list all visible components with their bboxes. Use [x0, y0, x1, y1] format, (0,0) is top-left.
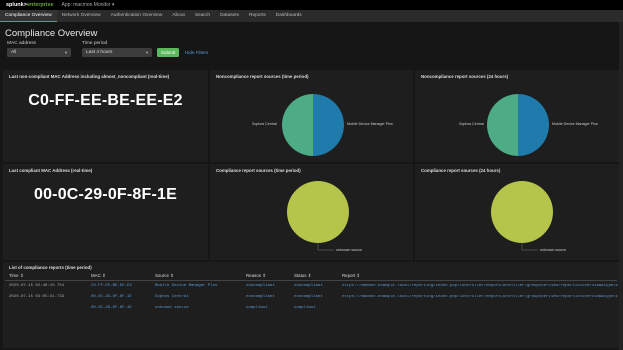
- splunk-logo[interactable]: splunk>enterprise: [6, 2, 54, 8]
- pie-leader-line: [317, 243, 334, 251]
- tab-datasets[interactable]: Datasets: [215, 10, 244, 22]
- table-title: List of compliance reports (time period): [9, 265, 92, 270]
- panel-title: Last non-compliant MAC Address including…: [9, 74, 170, 79]
- top-bar: splunk>enterprise App: macmon Monitor ▾: [0, 0, 623, 10]
- tab-network-overview[interactable]: Network Overview: [57, 10, 106, 22]
- tab-compliance-overview[interactable]: Compliance Overview: [0, 10, 57, 22]
- pie-label-unknown: unknown source: [336, 248, 363, 252]
- cell-mac[interactable]: 00-0C-29-0F-8F-1E: [91, 295, 132, 299]
- time-filter-label: Time period: [82, 41, 108, 46]
- compliant-mac-value: 00-0C-29-0F-8F-1E: [33, 186, 177, 203]
- compliance-tp-panel: Compliance report sources (time period) …: [210, 164, 413, 260]
- noncompliance-24h-pie: [487, 94, 549, 156]
- pie-label-mdm: Mobile Device Manager Plus: [552, 122, 598, 126]
- pie-leader-line: [521, 243, 538, 251]
- cell-mac[interactable]: 00-0C-29-0F-8F-1E: [91, 306, 132, 310]
- pie-label-mdm: Mobile Device Manager Plus: [347, 122, 393, 126]
- tab-dashboards[interactable]: Dashboards: [271, 10, 307, 22]
- cell-status[interactable]: noncompliant: [294, 295, 323, 299]
- col-header-status[interactable]: Status ⇕: [294, 273, 311, 279]
- col-header-mac[interactable]: MAC ⇕: [91, 273, 106, 279]
- pie-slice-mdm[interactable]: [518, 94, 549, 156]
- pie-slice-sophos[interactable]: [282, 94, 313, 156]
- compliant-mac-panel: Last compliant MAC Address (real-time) 0…: [3, 164, 208, 260]
- cell-status[interactable]: noncompliant: [294, 284, 323, 288]
- cell-reason[interactable]: noncompliant: [246, 295, 275, 299]
- noncompliant-mac-value: C0-FF-EE-BE-EE-E2: [28, 92, 183, 109]
- tab-about[interactable]: About: [167, 10, 190, 22]
- col-header-source[interactable]: Source ⇕: [155, 273, 174, 279]
- chevron-down-icon: ▼: [64, 50, 68, 55]
- compliance-tp-pie: [287, 181, 349, 251]
- noncompliance-tp-pie: [282, 94, 344, 156]
- noncompliance-24h-panel: Noncompliance report sources (24 hours) …: [415, 70, 619, 162]
- page-scrollbar[interactable]: [619, 22, 623, 350]
- page-title: Compliance Overview: [5, 28, 98, 39]
- mac-filter-label: MAC address: [7, 41, 37, 46]
- cell-time: 2020-07-15 02:46:15.754: [9, 284, 65, 288]
- app-nav: Compliance Overview Network Overview Aut…: [0, 10, 623, 22]
- noncompliant-mac-panel: Last non-compliant MAC Address including…: [3, 70, 208, 162]
- cell-mac[interactable]: C0-FF-EE-BE-EE-E2: [91, 284, 132, 288]
- cell-report-link[interactable]: https://macmon.example.local/reporting/i…: [342, 295, 618, 299]
- submit-button[interactable]: Submit: [157, 48, 179, 57]
- pie-slice-sophos[interactable]: [487, 94, 518, 156]
- compliance-24h-pie: [491, 181, 553, 251]
- pie-slice-unknown[interactable]: [491, 181, 553, 243]
- header-divider: [5, 280, 617, 281]
- noncompliance-tp-panel: Noncompliance report sources (time perio…: [210, 70, 413, 162]
- tab-reports[interactable]: Reports: [244, 10, 271, 22]
- cell-report-link[interactable]: https://macmon.example.local/reporting/i…: [342, 284, 618, 288]
- compliance-24h-panel: Compliance report sources (24 hours) unk…: [415, 164, 619, 260]
- col-header-time[interactable]: Time ⇕: [9, 273, 24, 279]
- cell-source[interactable]: Mobile Device Manager Plus: [155, 284, 217, 288]
- mac-filter-select[interactable]: All ▼: [7, 48, 71, 57]
- panel-title: Last compliant MAC Address (real-time): [9, 168, 93, 173]
- tab-authentication-overview[interactable]: Authentication Overview: [106, 10, 168, 22]
- pie-slice-mdm[interactable]: [313, 94, 344, 156]
- tab-search[interactable]: Search: [190, 10, 215, 22]
- cell-reason[interactable]: compliant: [246, 306, 268, 310]
- cell-status[interactable]: compliant: [294, 306, 316, 310]
- cell-reason[interactable]: noncompliant: [246, 284, 275, 288]
- pie-label-sophos: Sophos Central: [252, 122, 277, 126]
- time-filter-select[interactable]: Last 4 hours ▼: [82, 48, 152, 57]
- hide-filters-link[interactable]: Hide Filters: [185, 50, 208, 55]
- cell-source[interactable]: Sophos Central: [155, 295, 189, 299]
- pie-label-sophos: Sophos Central: [459, 122, 484, 126]
- col-header-reason[interactable]: Reason ⇕: [246, 273, 266, 279]
- pie-slice-unknown[interactable]: [287, 181, 349, 243]
- cell-time: 2020-07-15 03:05:31.733: [9, 295, 65, 299]
- cell-source[interactable]: unknown source: [155, 306, 189, 310]
- pie-label-unknown: unknown source: [540, 248, 567, 252]
- app-menu[interactable]: App: macmon Monitor ▾: [62, 2, 115, 8]
- col-header-report[interactable]: Report ⇕: [342, 273, 360, 279]
- chevron-down-icon: ▼: [145, 50, 149, 55]
